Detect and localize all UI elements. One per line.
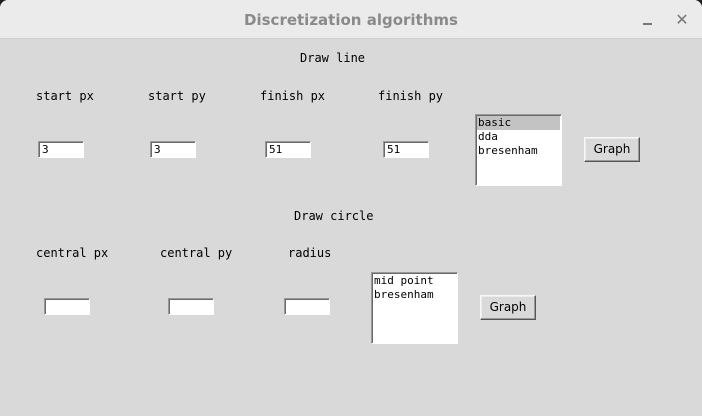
start-px-input[interactable]: 3	[38, 141, 84, 158]
line-algorithm-option[interactable]: dda	[477, 130, 560, 144]
central-py-input[interactable]	[168, 298, 214, 315]
line-algorithm-listbox[interactable]: basic dda bresenham	[475, 114, 562, 186]
finish-px-input[interactable]: 51	[265, 141, 311, 158]
window-title: Discretization algorithms	[244, 11, 458, 29]
minimize-icon	[643, 23, 652, 25]
close-icon: ✕	[675, 10, 689, 29]
app-window: Discretization algorithms ✕ Draw line st…	[0, 0, 702, 416]
circle-graph-button[interactable]: Graph	[480, 295, 536, 320]
line-algorithm-option[interactable]: basic	[477, 116, 560, 130]
finish-py-input[interactable]: 51	[383, 141, 429, 158]
circle-algorithm-listbox[interactable]: mid point bresenham	[371, 272, 458, 344]
minimize-button[interactable]	[636, 8, 660, 32]
central-py-label: central py	[160, 246, 233, 260]
close-button[interactable]: ✕	[670, 8, 694, 32]
start-px-label: start px	[36, 89, 94, 103]
start-py-label: start py	[148, 89, 206, 103]
circle-algorithm-option[interactable]: bresenham	[373, 288, 456, 302]
circle-algorithm-option[interactable]: mid point	[373, 274, 456, 288]
finish-px-label: finish px	[260, 89, 326, 103]
radius-label: radius	[288, 246, 332, 260]
line-graph-button[interactable]: Graph	[584, 137, 640, 162]
central-px-label: central px	[36, 246, 109, 260]
start-py-input[interactable]: 3	[150, 141, 196, 158]
circle-section-heading: Draw circle	[294, 209, 374, 223]
line-section-heading: Draw line	[300, 51, 366, 65]
central-px-input[interactable]	[44, 298, 90, 315]
title-bar[interactable]: Discretization algorithms ✕	[0, 0, 702, 39]
finish-py-label: finish py	[378, 89, 444, 103]
line-algorithm-option[interactable]: bresenham	[477, 144, 560, 158]
radius-input[interactable]	[284, 298, 330, 315]
